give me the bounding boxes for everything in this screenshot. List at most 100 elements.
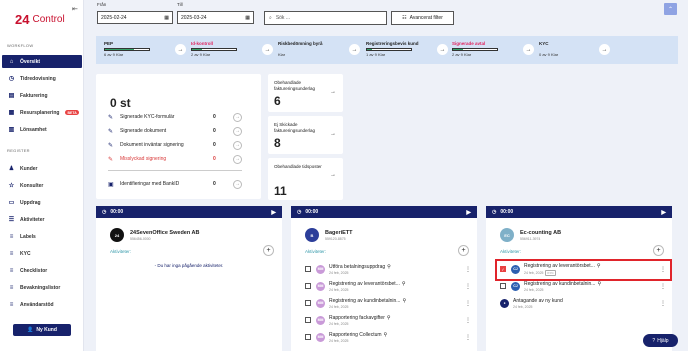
activity-checkbox[interactable]: [305, 317, 311, 323]
sidebar-item-label: Aktiviteter: [20, 216, 45, 223]
company-info[interactable]: EC Ec-counting AB 556911-3974: [500, 228, 561, 242]
add-activity-button[interactable]: +: [458, 245, 469, 256]
arrow-right-icon[interactable]: →: [233, 179, 242, 189]
arrow-right-icon[interactable]: →: [175, 44, 186, 55]
signing-row[interactable]: ✎ Signerade KYC-formulär 0 →: [108, 112, 242, 122]
collapse-sidebar-icon[interactable]: ⇤: [72, 5, 78, 13]
more-options-icon[interactable]: ⋮: [465, 334, 471, 341]
arrow-right-icon[interactable]: →: [233, 126, 242, 136]
play-icon[interactable]: ▶: [661, 209, 666, 216]
activity-checkbox[interactable]: [500, 283, 506, 289]
sidebar-item-aktiviteter[interactable]: ☰ Aktiviteter: [2, 213, 82, 226]
sidebar-item-kyc[interactable]: ≡ KYC: [2, 247, 82, 260]
sidebar-item-label: Konsulter: [20, 182, 44, 189]
activity-row[interactable]: CJ Registrering av kundinbetalnin... ⚲ 24 f…: [500, 279, 666, 293]
avatar: MM: [316, 315, 325, 325]
arrow-right-icon[interactable]: →: [330, 89, 336, 95]
sidebar-item-tidredovisning[interactable]: ◷ Tidredovisning: [2, 72, 82, 85]
play-icon[interactable]: ▶: [271, 209, 276, 216]
add-activity-button[interactable]: +: [263, 245, 274, 256]
signing-row-value: 0: [213, 142, 216, 148]
more-options-icon[interactable]: ⋮: [465, 283, 471, 290]
arrow-right-icon[interactable]: →: [262, 44, 273, 55]
activity-row[interactable]: MM Rapportering Collectum ⚲ 24 feb, 2025 ⋮: [305, 330, 471, 344]
sidebar-item-checklistor[interactable]: ≡ Checklistor: [2, 264, 82, 277]
more-options-icon[interactable]: ⋮: [465, 300, 471, 307]
kyc-step-status: 0 av 9 Klar: [539, 52, 559, 57]
collapse-up-button[interactable]: ⌃: [664, 3, 677, 15]
link-icon: ⚲: [387, 263, 391, 270]
arrow-right-icon[interactable]: →: [349, 44, 360, 55]
activity-title-text: Rapportering Collectum: [329, 331, 382, 338]
activity-title: Registrering av kundinbetalnin... ⚲: [524, 281, 660, 287]
search-input[interactable]: ⌕ Sök ...: [264, 11, 387, 25]
activity-checkbox[interactable]: [305, 266, 311, 272]
signing-row[interactable]: ✎ Signerade dokument 0 →: [108, 126, 242, 136]
beta-badge: BETA: [65, 110, 79, 115]
more-options-icon[interactable]: ⋮: [660, 300, 666, 307]
arrow-right-icon[interactable]: →: [233, 112, 242, 122]
arrow-right-icon[interactable]: →: [437, 44, 448, 55]
more-options-icon[interactable]: ⋮: [465, 266, 471, 273]
kyc-progress-bar: PEP 6 av 9 Klar → Id-kontroll 2 av 9 Klar → Ri…: [96, 36, 678, 64]
activity-date: 24 feb, 2025: [513, 305, 660, 309]
activity-checkbox[interactable]: [305, 283, 311, 289]
company-info[interactable]: 24 24SevenOffice Sweden AB 556456-0000: [110, 228, 200, 242]
activity-checkbox[interactable]: [305, 334, 311, 340]
invoice-stat-card[interactable]: Ej Skickade faktureringsunderlag 8 →: [268, 116, 343, 154]
kyc-step[interactable]: Id-kontroll 2 av 9 Klar: [191, 41, 237, 57]
play-icon[interactable]: ▶: [466, 209, 471, 216]
invoice-stat-card[interactable]: Obehandlade faktureringsunderlag 6 →: [268, 74, 343, 112]
company-info[interactable]: B BageriETT 559120-8875: [305, 228, 353, 242]
kyc-step[interactable]: KYC 0 av 9 Klar: [539, 41, 558, 57]
new-customer-button[interactable]: 👤 Ny Kund: [13, 324, 71, 336]
signing-row[interactable]: ✎ Misslyckad signering 0 →: [108, 154, 242, 164]
sidebar-item-fakturering[interactable]: ▤ Fakturering: [2, 89, 82, 102]
sidebar-item-översikt[interactable]: ⌂ Översikt: [2, 55, 82, 68]
activity-checkbox[interactable]: [305, 300, 311, 306]
sidebar-item-resursplanering[interactable]: ▦ Resursplanering BETA: [2, 106, 82, 119]
arrow-right-icon[interactable]: →: [330, 172, 336, 178]
sidebar-item-bevakningslistor[interactable]: ≡ Bevakningslistor: [2, 281, 82, 294]
help-button[interactable]: ? Hjälp: [643, 334, 678, 347]
add-activity-button[interactable]: +: [653, 245, 664, 256]
more-options-icon[interactable]: ⋮: [660, 283, 666, 290]
sidebar-item-labels[interactable]: ≡ Labels: [2, 230, 82, 243]
sidebar-item-label: Kunder: [20, 165, 38, 172]
activity-row[interactable]: MM Registrering av kundinbetalnin... ⚲ 24 f…: [305, 296, 471, 310]
sidebar-item-användarstöd[interactable]: ≡ Användarstöd: [2, 298, 82, 311]
kyc-progress-fill: [367, 49, 372, 50]
to-date-input[interactable]: 2025-03-24 ▦: [177, 11, 254, 24]
signing-row-label: Misslyckad signering: [120, 156, 167, 162]
arrow-right-icon[interactable]: →: [233, 154, 242, 164]
pen-icon: ✎: [108, 114, 114, 121]
avatar: CJ: [511, 281, 520, 291]
logo[interactable]: 24 Control: [15, 12, 65, 27]
activity-date-text: 24 feb, 2025: [329, 270, 349, 275]
activity-row[interactable]: MM Rapportering fackavgifter ⚲ 24 feb, 2025…: [305, 313, 471, 327]
advanced-filter-button[interactable]: ☷ Avancerat filter: [391, 11, 454, 25]
arrow-right-icon[interactable]: →: [330, 131, 336, 137]
from-date-input[interactable]: 2025-02-24 ▦: [97, 11, 173, 24]
activity-row[interactable]: MM Utföra betalningsuppdrag ⚲ 24 feb, 2025 ⋮: [305, 262, 471, 276]
kyc-step[interactable]: Registreringsbevis kund 1 av 9 Klar: [366, 41, 419, 57]
kyc-step[interactable]: PEP 6 av 9 Klar: [104, 41, 150, 57]
sidebar-item-konsulter[interactable]: ☆ Konsulter: [2, 179, 82, 192]
kyc-step[interactable]: Signerade avtal 2 av 9 Klar: [452, 41, 498, 57]
activity-row[interactable]: MM Registrering av leverantörsbet... ⚲ 24 f…: [305, 279, 471, 293]
arrow-right-icon[interactable]: →: [599, 44, 610, 55]
arrow-right-icon[interactable]: →: [523, 44, 534, 55]
activity-row[interactable]: ● Antagande av ny kund 24 feb, 2025 ⋮: [500, 296, 666, 310]
kyc-step[interactable]: Riskbedömning byrå Klar: [278, 41, 323, 57]
sidebar-item-kunder[interactable]: ♟ Kunder: [2, 162, 82, 175]
arrow-right-icon[interactable]: →: [233, 140, 242, 150]
more-options-icon[interactable]: ⋮: [465, 317, 471, 324]
sidebar-item-label: Fakturering: [20, 92, 48, 99]
sidebar-item-lönsamhet[interactable]: ▥ Lönsamhet: [2, 123, 82, 136]
search-icon: ⌕: [269, 15, 272, 21]
clock-icon: ◷: [492, 209, 497, 215]
invoice-stat-card[interactable]: Obehandlade tidsposter 11 →: [268, 158, 343, 200]
signing-row[interactable]: ✎ Dokument inväntar signering 0 →: [108, 140, 242, 150]
signing-row[interactable]: ▣ Identifieringar med BankID 0 →: [108, 179, 242, 189]
sidebar-item-uppdrag[interactable]: ▭ Uppdrag: [2, 196, 82, 209]
